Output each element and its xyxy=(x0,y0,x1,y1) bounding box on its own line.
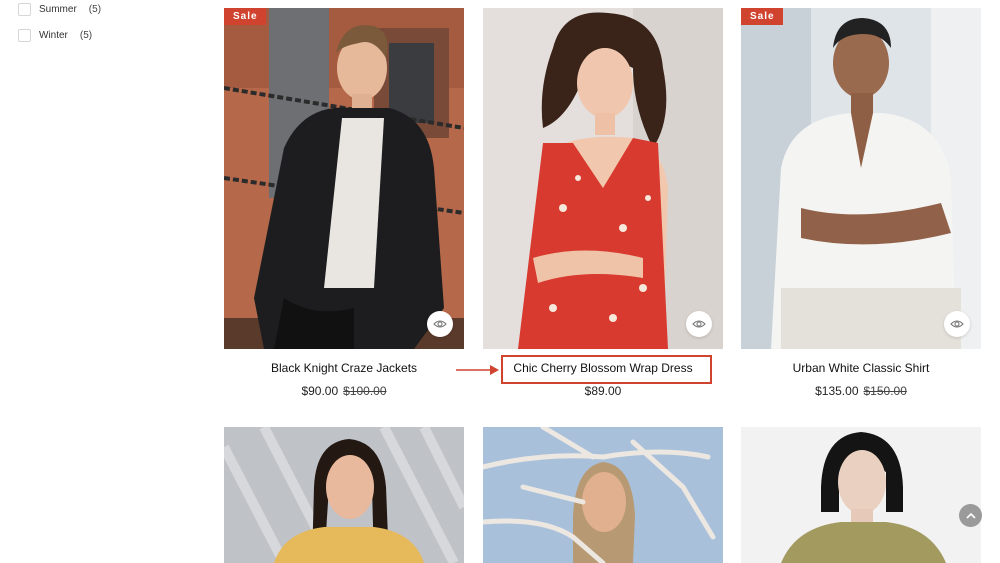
quick-view-button[interactable] xyxy=(944,311,970,337)
product-card[interactable]: Chic Cherry Blossom Wrap Dress $89.00 xyxy=(483,8,723,398)
annotation-arrow-icon xyxy=(456,365,499,375)
product-image[interactable]: Sale xyxy=(741,8,981,349)
current-price: $89.00 xyxy=(584,384,622,398)
product-title[interactable]: Urban White Classic Shirt xyxy=(741,361,981,375)
product-card[interactable]: Sale Urban White Classic Shirt $135.00 $1… xyxy=(741,8,981,398)
filter-label: Summer xyxy=(39,4,77,15)
product-photo xyxy=(224,8,464,349)
product-image[interactable] xyxy=(741,427,981,563)
winter-checkbox[interactable] xyxy=(18,29,31,42)
product-image[interactable]: Sale xyxy=(224,8,464,349)
filter-label: Winter xyxy=(39,30,68,41)
product-image[interactable] xyxy=(483,8,723,349)
summer-checkbox[interactable] xyxy=(18,3,31,16)
product-photo xyxy=(741,8,981,349)
eye-icon xyxy=(433,320,447,328)
filter-count: (5) xyxy=(79,30,93,41)
product-price: $135.00 $150.00 xyxy=(741,384,981,398)
quick-view-button[interactable] xyxy=(686,311,712,337)
product-photo xyxy=(224,427,464,563)
highlight-box xyxy=(501,355,712,384)
product-price: $89.00 xyxy=(483,384,723,398)
product-photo xyxy=(483,8,723,349)
product-image[interactable] xyxy=(224,427,464,563)
scroll-to-top-button[interactable] xyxy=(959,504,982,527)
current-price: $90.00 xyxy=(301,384,339,398)
product-image[interactable] xyxy=(483,427,723,563)
product-title[interactable]: Black Knight Craze Jackets xyxy=(224,361,464,375)
filter-winter[interactable]: Winter (5) xyxy=(18,29,92,42)
product-card[interactable]: Sale Black Knight Craze Jackets $90.00 $1… xyxy=(224,8,464,398)
filter-summer[interactable]: Summer (5) xyxy=(18,3,101,16)
sale-badge: Sale xyxy=(741,8,783,25)
eye-icon xyxy=(692,320,706,328)
sale-badge: Sale xyxy=(224,8,266,25)
chevron-up-icon xyxy=(965,512,976,519)
old-price: $100.00 xyxy=(343,384,387,398)
product-photo xyxy=(483,427,723,563)
current-price: $135.00 xyxy=(815,384,859,398)
quick-view-button[interactable] xyxy=(427,311,453,337)
filter-count: (5) xyxy=(88,4,102,15)
old-price: $150.00 xyxy=(863,384,907,398)
eye-icon xyxy=(950,320,964,328)
product-price: $90.00 $100.00 xyxy=(224,384,464,398)
product-photo xyxy=(741,427,981,563)
